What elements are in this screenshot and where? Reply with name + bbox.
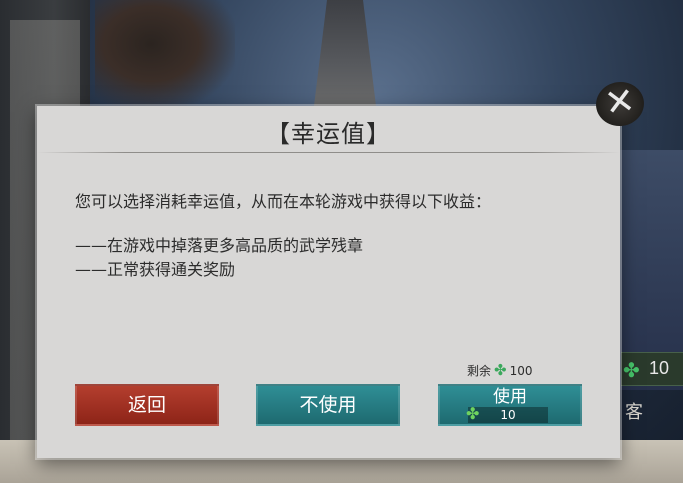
remaining-label: 剩余 — [467, 364, 492, 378]
use-button[interactable]: 使用 10 ✤ — [438, 384, 582, 426]
tree-branch-decoration — [95, 0, 235, 110]
benefit-item: ——正常获得通关奖励 — [75, 260, 236, 279]
luck-counter-value: 10 — [649, 358, 670, 378]
use-cost-value: 10 — [468, 407, 548, 423]
benefit-item: ——在游戏中掉落更多高品质的武学残章 — [75, 236, 364, 255]
title-divider — [37, 152, 620, 153]
clover-icon: ✤ — [623, 358, 640, 382]
close-icon: ✕ — [601, 80, 638, 125]
clover-icon: ✤ — [494, 361, 507, 379]
use-button-label: 使用 — [493, 387, 527, 407]
luck-counter-bar: ✤ 10 — [621, 352, 683, 386]
remaining-luck: 剩余 ✤ 100 — [467, 362, 533, 379]
luck-dialog: 【幸运值】 您可以选择消耗幸运值，从而在本轮游戏中获得以下收益： ——在游戏中掉… — [37, 106, 620, 458]
dialog-title: 【幸运值】 — [266, 120, 391, 148]
clover-icon: ✤ — [466, 404, 480, 423]
no-use-button[interactable]: 不使用 — [256, 384, 400, 426]
back-button[interactable]: 返回 — [75, 384, 219, 426]
background-label: 客 — [625, 402, 643, 423]
dialog-description: 您可以选择消耗幸运值，从而在本轮游戏中获得以下收益： — [75, 192, 492, 211]
remaining-value: 100 — [509, 363, 533, 378]
